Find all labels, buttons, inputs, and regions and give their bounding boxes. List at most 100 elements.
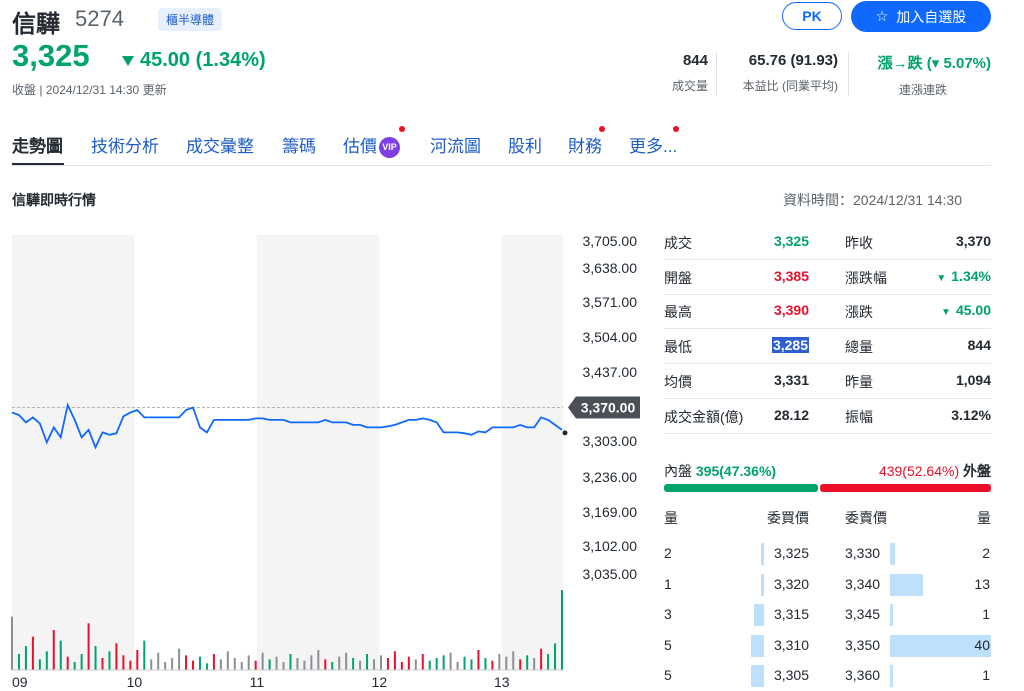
- volume-bar: [456, 662, 459, 670]
- volume-bar: [94, 646, 97, 670]
- stat-pe: 65.76 (91.93) 本益比 (同業平均): [724, 52, 838, 94]
- quote-value: 3,390: [773, 302, 809, 319]
- volume-bar: [212, 654, 215, 670]
- price-change-value: 45.00 (1.34%): [140, 49, 266, 71]
- last-price-dot: [562, 430, 568, 436]
- volume-bar: [526, 655, 529, 670]
- x-tick-label: 13: [494, 674, 510, 690]
- volume-bar: [73, 662, 76, 670]
- volume-bar: [505, 656, 508, 670]
- volume-bar: [338, 656, 341, 670]
- hour-band: [256, 235, 380, 670]
- volume-bar: [282, 662, 285, 670]
- y-tick-label: 3,303.00: [583, 433, 638, 449]
- outer-label: 外盤: [963, 463, 991, 479]
- volume-bar: [52, 630, 55, 670]
- quote-label: 均價: [664, 373, 692, 390]
- quote-row: 成交金額(億) 28.12 振幅 3.12%: [664, 399, 991, 434]
- tabs-divider: [12, 165, 991, 166]
- volume-bar: [275, 656, 278, 670]
- quote-row: 最高 3,390 漲跌 ▼ 45.00: [664, 294, 991, 330]
- pk-label: PK: [802, 8, 822, 24]
- divider: [848, 52, 849, 96]
- volume-bar: [366, 654, 369, 670]
- bid-volume: 5: [664, 667, 672, 683]
- quote-label: 成交金額(億): [664, 408, 744, 425]
- ask-volume: 13: [974, 575, 990, 592]
- quote-label: 最低: [664, 339, 692, 356]
- quote-value: 844: [967, 337, 991, 354]
- inner-volume: 內盤 395(47.36%): [664, 461, 776, 481]
- bid-price: 3,320: [773, 575, 809, 592]
- bid-volume: 5: [664, 636, 672, 653]
- quote-value: 3,385: [773, 267, 809, 284]
- ask-volume: 40: [974, 636, 990, 653]
- outer-volume: 439(52.64%) 外盤: [850, 461, 991, 481]
- pk-button[interactable]: PK: [782, 2, 842, 30]
- notification-dot: [599, 126, 605, 132]
- volume-bar: [554, 643, 557, 670]
- ask-price: 3,360: [845, 667, 881, 683]
- volume-bar: [296, 658, 299, 670]
- volume-bar: [519, 659, 522, 670]
- tab-trades[interactable]: 成交彙整: [186, 132, 254, 157]
- volume-bar: [470, 659, 473, 670]
- volume-bar: [226, 651, 229, 670]
- tab-valuation[interactable]: 估價 VIP: [343, 132, 400, 159]
- volume-bar: [386, 658, 389, 670]
- quote-label: 總量: [845, 339, 873, 356]
- volume-bar: [533, 658, 536, 670]
- notification-dot: [673, 126, 679, 132]
- ask-volume: 1: [982, 606, 990, 622]
- add-watchlist-button[interactable]: ☆ 加入自選股: [851, 1, 991, 32]
- tab-technical[interactable]: 技術分析: [91, 132, 159, 157]
- volume-bar: [484, 658, 487, 670]
- volume-bar: [45, 651, 48, 670]
- inner-label: 內盤: [664, 463, 692, 479]
- status-line: 收盤 | 2024/12/31 14:30 更新: [12, 83, 167, 97]
- y-tick-label: 3,035.00: [583, 566, 638, 582]
- inner-outer-ratio-bar: [664, 484, 991, 492]
- bid-price: 3,310: [773, 636, 809, 653]
- volume-bar: [359, 660, 362, 670]
- volume-bar: [414, 659, 417, 670]
- stock-code: 5274: [75, 6, 124, 31]
- intraday-chart[interactable]: 3,705.00 3,638.00 3,571.00 3,504.00 3,437.00…: [0, 225, 655, 691]
- volume-bar: [38, 659, 41, 670]
- ask-volume: 2: [982, 545, 990, 561]
- tab-finance[interactable]: 財務: [568, 132, 602, 157]
- tab-dividend[interactable]: 股利: [508, 132, 542, 157]
- volume-bar: [421, 654, 424, 670]
- bid-price: 3,305: [773, 667, 809, 683]
- volume-bar: [442, 655, 445, 670]
- notification-dot: [399, 126, 405, 132]
- market-badge[interactable]: 櫃半導體: [158, 8, 223, 31]
- volume-bar: [164, 662, 167, 670]
- volume-bar: [498, 654, 501, 670]
- bid-price: 3,325: [773, 545, 809, 561]
- ask-volume-bar: [890, 573, 923, 596]
- tab-chips[interactable]: 籌碼: [282, 132, 316, 157]
- tab-more[interactable]: 更多...: [629, 132, 677, 157]
- volume-bar: [233, 658, 236, 670]
- data-time: 資料時間：2024/12/31 14:30: [783, 192, 962, 208]
- down-triangle-icon: ▼: [941, 307, 951, 319]
- down-triangle-icon: [122, 55, 134, 66]
- quote-value-text: 1.34%: [951, 267, 991, 284]
- volume-bar: [101, 658, 104, 670]
- quote-value: 28.12: [773, 406, 809, 423]
- tab-trend[interactable]: 走勢圖: [12, 132, 63, 157]
- section-title: 信驊即時行情: [12, 192, 96, 208]
- ask-price: 3,345: [845, 606, 881, 622]
- volume-bar: [157, 652, 160, 670]
- x-tick-label: 12: [372, 674, 388, 690]
- stat-volume-label: 成交量: [671, 79, 708, 93]
- volume-bar: [463, 656, 466, 670]
- ask-price: 3,340: [845, 575, 881, 592]
- quote-value: 3,370: [955, 233, 991, 249]
- quote-label: 振幅: [845, 408, 873, 425]
- update-time: 2024/12/31 14:30 更新: [45, 83, 167, 97]
- tab-river[interactable]: 河流圖: [430, 132, 481, 157]
- volume-bar: [150, 659, 153, 670]
- price-change: 45.00 (1.34%): [122, 49, 266, 72]
